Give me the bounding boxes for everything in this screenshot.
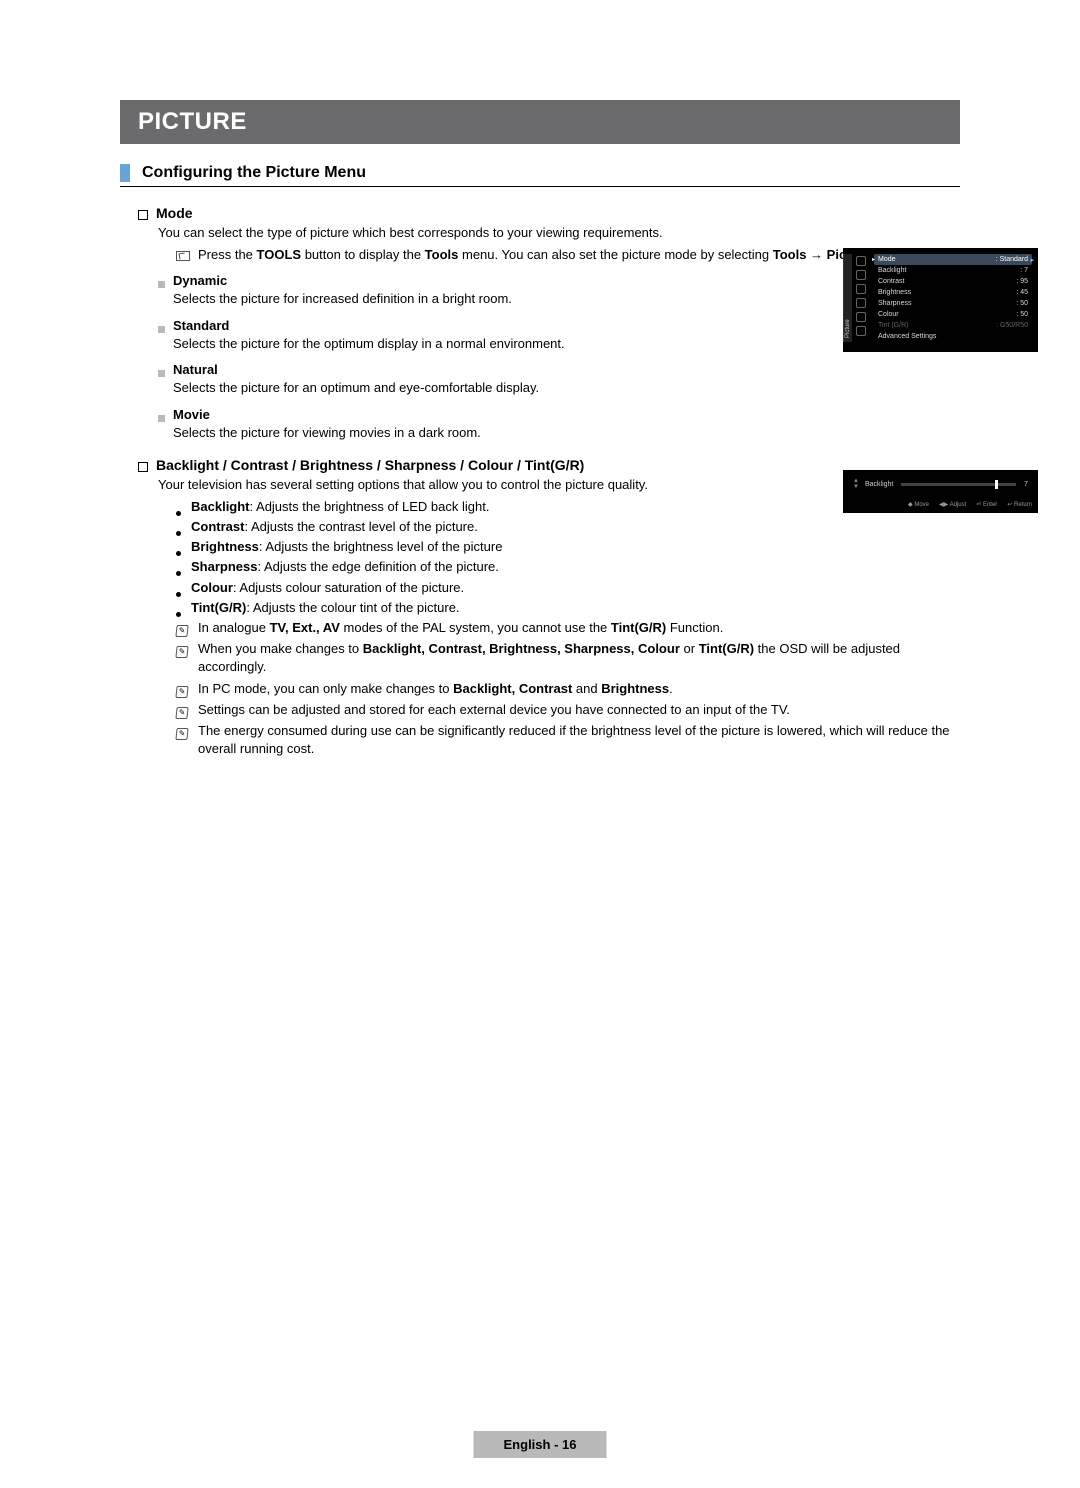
mode-option-desc: Selects the picture for viewing movies i… xyxy=(173,424,960,442)
slider-label: Backlight xyxy=(865,481,893,488)
osd-row: Contrast: 95 xyxy=(874,276,1032,287)
note-icon: ✎ xyxy=(175,625,188,637)
osd-row-disabled: Tint (G/R): G50/R50 xyxy=(874,320,1032,331)
mode-intro: You can select the type of picture which… xyxy=(158,224,960,242)
osd-row: Advanced Settings xyxy=(874,331,1032,342)
page-footer: English - 16 xyxy=(474,1431,607,1458)
note-icon: ✎ xyxy=(175,728,188,740)
slider-track xyxy=(901,483,1016,486)
mode-option-name: Dynamic xyxy=(173,273,227,288)
up-down-icon: ▲▼ xyxy=(853,478,859,490)
square-bullet-icon xyxy=(158,281,165,288)
adjust-bullet: Sharpness: Adjusts the edge definition o… xyxy=(191,558,499,576)
section-title-row: Configuring the Picture Menu xyxy=(120,164,960,187)
adjust-intro: Your television has several setting opti… xyxy=(158,476,960,494)
page-header: PICTURE xyxy=(120,100,960,144)
adjust-note: Settings can be adjusted and stored for … xyxy=(198,701,790,719)
square-bullet-icon xyxy=(158,370,165,377)
mode-option-desc: Selects the picture for increased defini… xyxy=(173,290,960,308)
bullet-icon xyxy=(176,571,181,576)
bullet-icon xyxy=(176,612,181,617)
adjust-bullet: Colour: Adjusts colour saturation of the… xyxy=(191,579,464,597)
adjust-note: The energy consumed during use can be si… xyxy=(198,722,960,758)
tools-icon xyxy=(176,251,190,261)
adjust-note: In PC mode, you can only make changes to… xyxy=(198,680,673,698)
osd-menu-figure: Picture Mode: Standard Backlight: 7 Cont… xyxy=(843,248,1038,352)
osd-row: Sharpness: 50 xyxy=(874,298,1032,309)
square-bullet-icon xyxy=(158,326,165,333)
slider-figure: ▲▼ Backlight 7 ◆ Move ◀▶ Adjust ⏎ Enter … xyxy=(843,470,1038,513)
note-icon: ✎ xyxy=(175,686,188,698)
bullet-icon xyxy=(176,531,181,536)
osd-sidebar-icons xyxy=(852,254,870,342)
note-icon: ✎ xyxy=(175,707,188,719)
bullet-icon xyxy=(176,551,181,556)
mode-option-name: Natural xyxy=(173,362,218,377)
mode-tools-note: Press the TOOLS button to display the To… xyxy=(198,246,912,264)
osd-row: Backlight: 7 xyxy=(874,265,1032,276)
adjust-note: When you make changes to Backlight, Cont… xyxy=(198,640,960,676)
mode-option-name: Movie xyxy=(173,407,210,422)
bullet-icon xyxy=(176,592,181,597)
bullet-icon xyxy=(176,511,181,516)
slider-hints: ◆ Move ◀▶ Adjust ⏎ Enter ↩ Return xyxy=(843,498,1038,513)
section-title: Configuring the Picture Menu xyxy=(142,164,366,182)
osd-list: Mode: Standard Backlight: 7 Contrast: 95… xyxy=(870,254,1038,342)
slider-thumb-icon xyxy=(995,480,998,489)
checkbox-icon xyxy=(138,210,148,220)
osd-tab-label: Picture xyxy=(843,254,852,342)
adjust-note: In analogue TV, Ext., AV modes of the PA… xyxy=(198,619,723,637)
osd-row: Brightness: 45 xyxy=(874,287,1032,298)
adjust-bullet: Tint(G/R): Adjusts the colour tint of th… xyxy=(191,599,460,617)
osd-row-selected: Mode: Standard xyxy=(874,254,1032,265)
mode-option-desc: Selects the picture for the optimum disp… xyxy=(173,335,960,353)
osd-row: Colour: 50 xyxy=(874,309,1032,320)
checkbox-icon xyxy=(138,462,148,472)
adjust-bullet: Brightness: Adjusts the brightness level… xyxy=(191,538,502,556)
mode-heading: Mode xyxy=(156,205,193,221)
adjust-bullet: Backlight: Adjusts the brightness of LED… xyxy=(191,498,489,516)
square-bullet-icon xyxy=(158,415,165,422)
slider-value: 7 xyxy=(1024,481,1028,488)
mode-option-desc: Selects the picture for an optimum and e… xyxy=(173,379,960,397)
note-icon: ✎ xyxy=(175,646,188,658)
mode-option-name: Standard xyxy=(173,318,229,333)
section-marker-icon xyxy=(120,164,130,182)
adjust-heading: Backlight / Contrast / Brightness / Shar… xyxy=(156,457,584,473)
adjust-bullet: Contrast: Adjusts the contrast level of … xyxy=(191,518,478,536)
